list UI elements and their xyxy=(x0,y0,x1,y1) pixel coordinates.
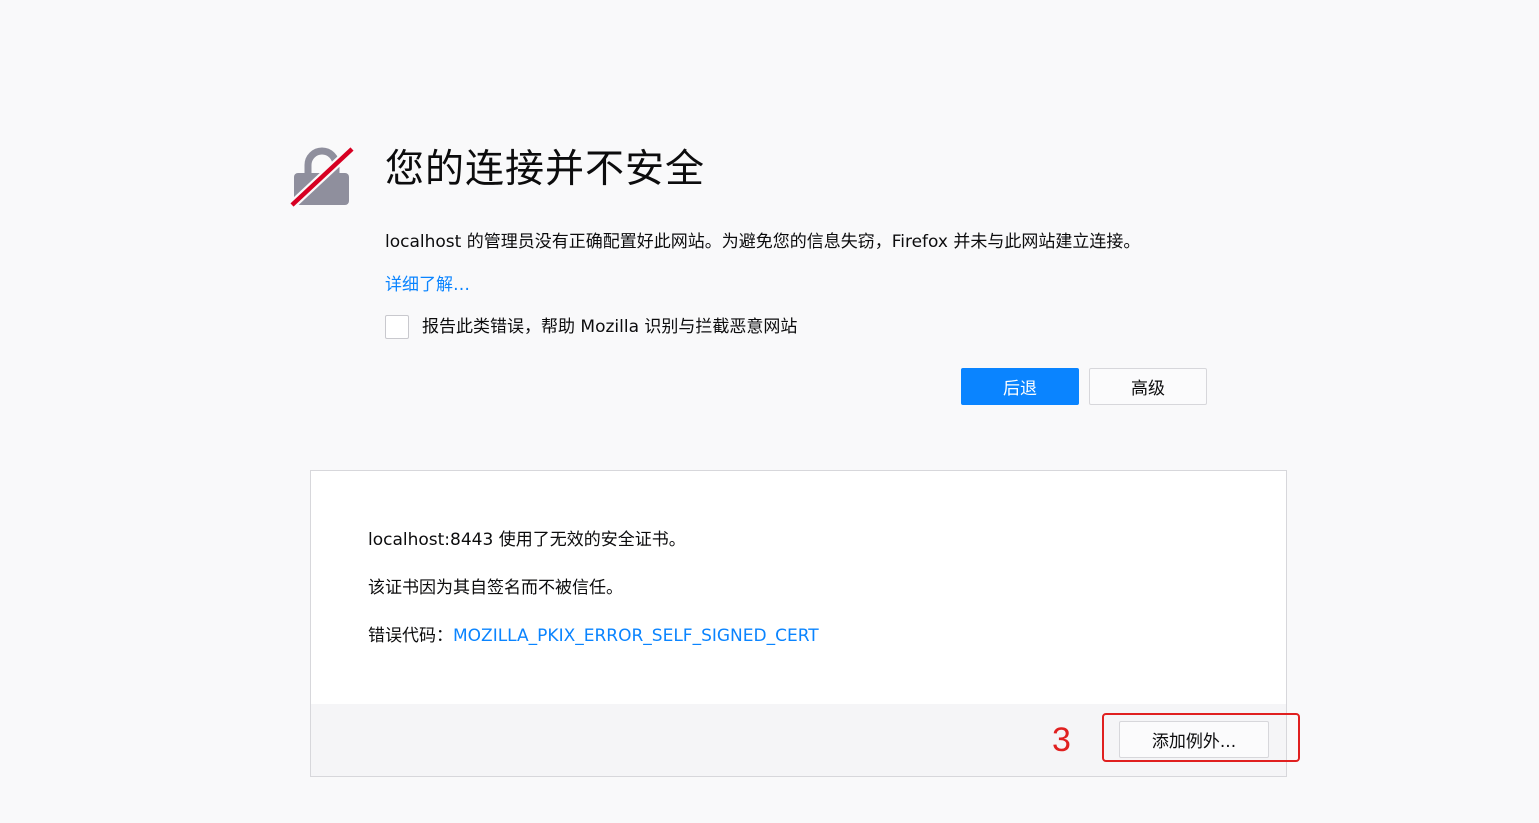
self-signed-text: 该证书因为其自签名而不被信任。 xyxy=(368,578,623,598)
annotation-step-number: 3 xyxy=(1052,721,1071,759)
learn-more-link[interactable]: 详细了解… xyxy=(385,271,470,299)
page-title: 您的连接并不安全 xyxy=(385,147,706,192)
error-code-label: 错误代码： xyxy=(368,626,453,646)
error-code-link[interactable]: MOZILLA_PKIX_ERROR_SELF_SIGNED_CERT xyxy=(453,626,819,646)
invalid-cert-text: localhost:8443 使用了无效的安全证书。 xyxy=(368,530,686,550)
error-code-row: 错误代码：MOZILLA_PKIX_ERROR_SELF_SIGNED_CERT xyxy=(368,622,819,650)
report-errors-row: 报告此类错误，帮助 Mozilla 识别与拦截恶意网站 xyxy=(385,314,797,340)
error-description: localhost 的管理员没有正确配置好此网站。为避免您的信息失窃，Firef… xyxy=(385,232,1141,252)
advanced-button[interactable]: 高级 xyxy=(1089,368,1207,405)
back-button[interactable]: 后退 xyxy=(961,368,1079,405)
annotation-highlight-box xyxy=(1102,713,1300,762)
report-errors-checkbox[interactable] xyxy=(385,315,409,339)
broken-lock-icon xyxy=(288,145,356,209)
report-errors-label[interactable]: 报告此类错误，帮助 Mozilla 识别与拦截恶意网站 xyxy=(422,314,797,340)
